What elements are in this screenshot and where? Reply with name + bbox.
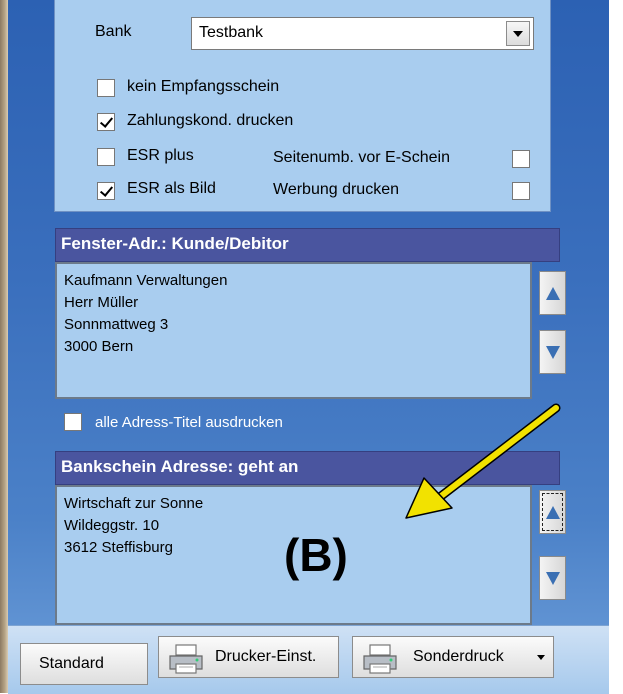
drucker-einst-button[interactable]: Drucker-Einst.: [158, 636, 339, 678]
bank-select[interactable]: Testbank: [191, 17, 534, 50]
esr-plus-label: ESR plus: [127, 147, 194, 164]
alle-adress-titel-checkbox[interactable]: [64, 413, 82, 431]
address-line: Herr Müller: [64, 294, 139, 311]
standard-button-label: Standard: [39, 655, 104, 672]
address-line: Kaufmann Verwaltungen: [64, 272, 228, 289]
address-line: Sonnmattweg 3: [64, 316, 169, 333]
fenster-adr-up-button[interactable]: [539, 271, 566, 315]
dialog-background: Bank Testbank kein Empfangsschein Zahlun…: [0, 0, 623, 694]
esr-plus-checkbox[interactable]: [97, 148, 115, 166]
seitenumb-label: Seitenumb. vor E-Schein: [273, 149, 450, 166]
bottom-toolbar: Standard Drucker-Einst. Sonderdruck: [8, 625, 609, 694]
chevron-down-icon[interactable]: [506, 21, 530, 46]
printer-icon: [363, 644, 397, 674]
printer-icon: [169, 644, 203, 674]
werbung-drucken-label: Werbung drucken: [273, 181, 399, 198]
left-border: [0, 0, 8, 693]
fenster-adr-header: Fenster-Adr.: Kunde/Debitor: [55, 228, 560, 262]
seitenumb-checkbox[interactable]: [512, 150, 530, 168]
bankschein-down-button[interactable]: [539, 556, 566, 600]
drucker-einst-label: Drucker-Einst.: [215, 648, 317, 665]
werbung-drucken-checkbox[interactable]: [512, 182, 530, 200]
annotation-label-b: (B): [284, 529, 348, 581]
alle-adress-titel-label: alle Adress-Titel ausdrucken: [95, 414, 283, 431]
right-border: [609, 0, 623, 693]
dropdown-arrow-icon[interactable]: [537, 655, 545, 660]
kein-empfangsschein-checkbox[interactable]: [97, 79, 115, 97]
arrow-down-icon: [546, 572, 560, 585]
kein-empfangsschein-label: kein Empfangsschein: [127, 78, 280, 95]
sonderdruck-label: Sonderdruck: [413, 648, 504, 665]
bank-label: Bank: [95, 23, 132, 40]
zahlungskond-drucken-checkbox[interactable]: [97, 113, 115, 131]
annotation-arrow-icon: [405, 403, 561, 519]
zahlungskond-drucken-label: Zahlungskond. drucken: [127, 112, 294, 129]
standard-button[interactable]: Standard: [20, 643, 148, 685]
fenster-adr-textbox[interactable]: Kaufmann Verwaltungen Herr Müller Sonnma…: [55, 262, 532, 399]
esr-als-bild-checkbox[interactable]: [97, 182, 115, 200]
arrow-up-icon: [546, 287, 560, 300]
fenster-adr-down-button[interactable]: [539, 330, 566, 374]
print-options-panel: Bank Testbank kein Empfangsschein Zahlun…: [54, 0, 551, 212]
esr-als-bild-label: ESR als Bild: [127, 180, 216, 197]
sonderdruck-dropdown-button[interactable]: Sonderdruck: [352, 636, 554, 678]
address-line: 3000 Bern: [64, 338, 134, 355]
arrow-down-icon: [546, 346, 560, 359]
bank-select-value: Testbank: [199, 24, 264, 41]
